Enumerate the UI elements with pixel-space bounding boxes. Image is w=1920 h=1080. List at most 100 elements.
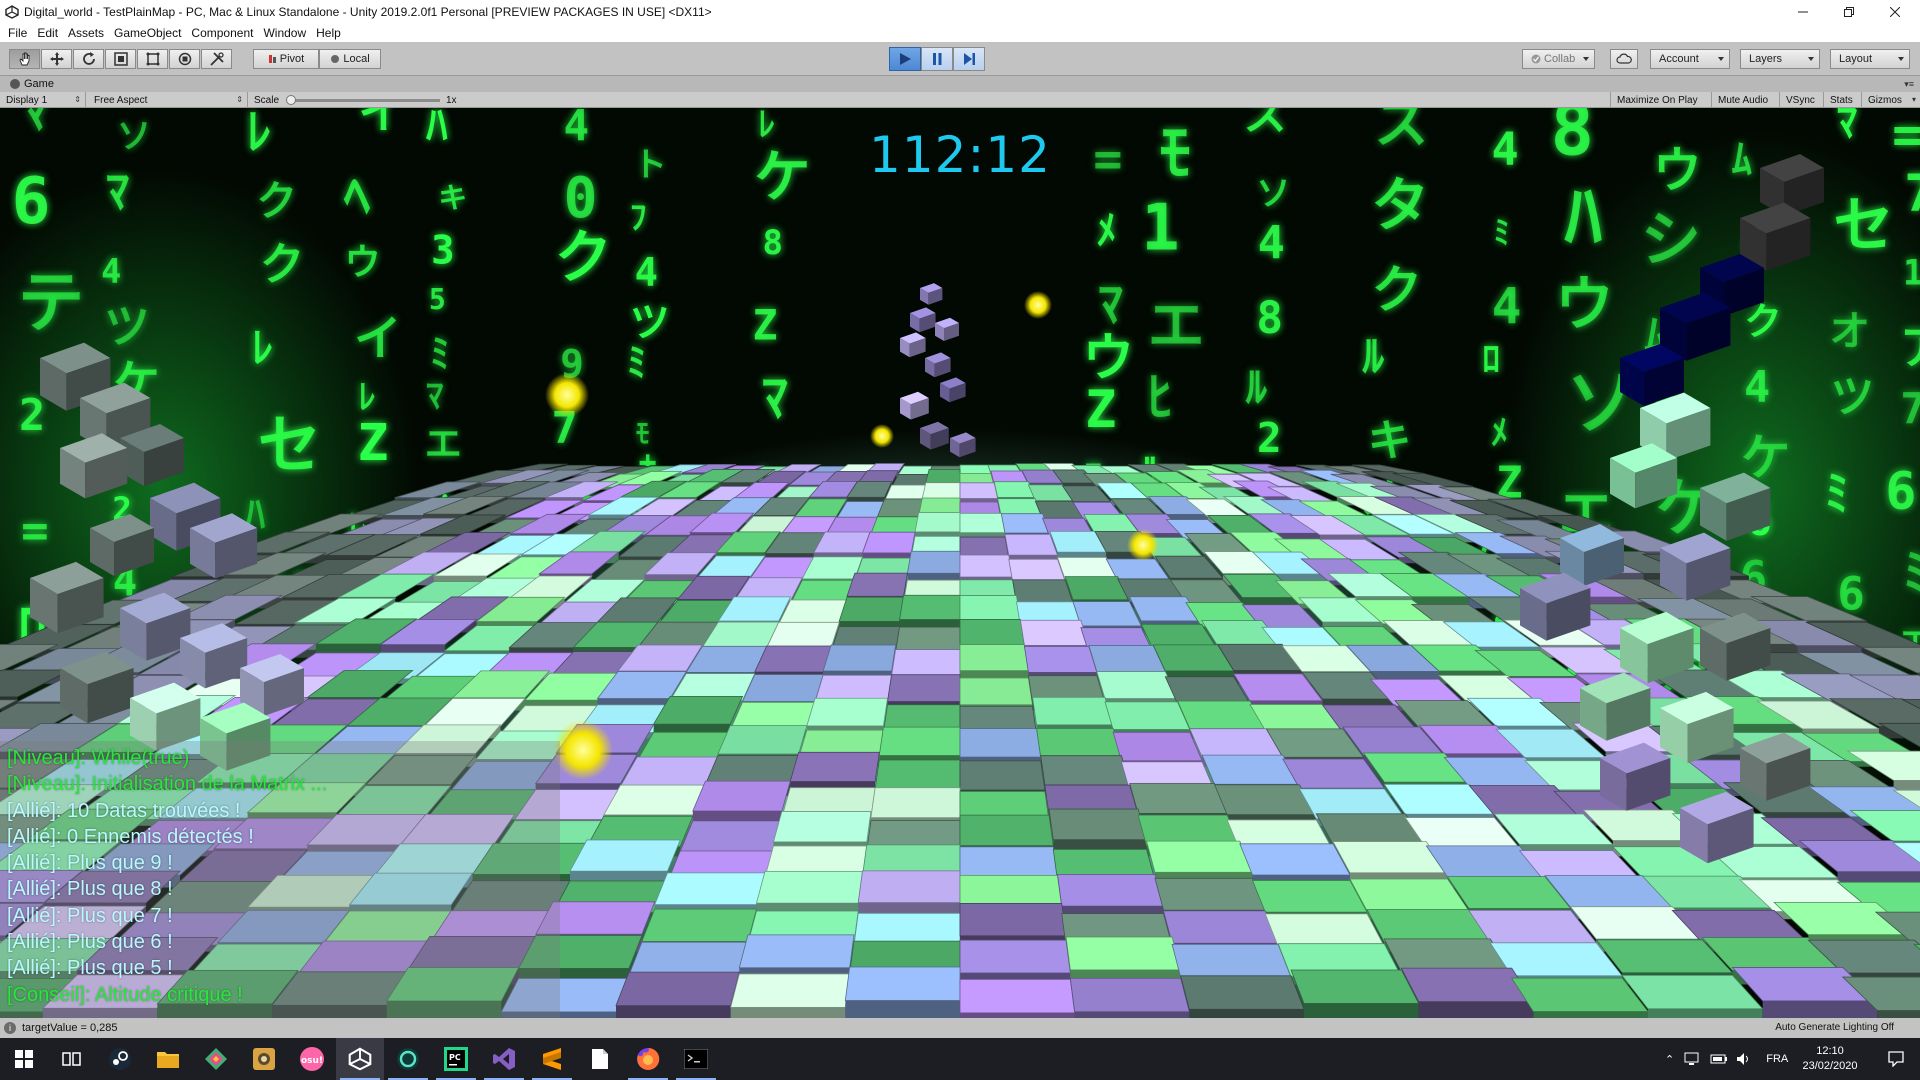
aspect-dropdown[interactable]: Free Aspect ⇕ [88, 92, 248, 108]
mute-audio-toggle[interactable]: Mute Audio [1712, 92, 1780, 108]
voxel-top [1008, 558, 1066, 582]
volume-icon[interactable] [1736, 1052, 1752, 1066]
log-line: [Allié]: Plus que 7 ! [7, 904, 173, 927]
visual-studio-icon [493, 1048, 515, 1070]
rect-tool-button[interactable] [137, 49, 168, 69]
minimize-button[interactable] [1780, 0, 1826, 24]
matrix-glyph: 4 [635, 250, 658, 295]
taskbar-visual-studio[interactable] [480, 1038, 528, 1080]
taskbar-steam[interactable] [96, 1038, 144, 1080]
main-toolbar: Pivot Local Collab Account Layers Layout [0, 42, 1920, 76]
check-icon [1531, 54, 1541, 64]
restore-icon [1844, 7, 1854, 17]
matrix-glyph: ス [1243, 108, 1286, 141]
battery-icon[interactable] [1710, 1053, 1728, 1065]
step-button[interactable] [953, 47, 985, 71]
caret-icon [1898, 57, 1904, 61]
game-tab-label[interactable]: Game [24, 78, 54, 90]
taskbar-terminal[interactable] [672, 1038, 720, 1080]
taskbar-file-explorer[interactable] [144, 1038, 192, 1080]
matrix-glyph: ﾏ [1098, 275, 1123, 333]
matrix-glyph: ア [1900, 320, 1920, 374]
scale-slider-thumb[interactable] [286, 95, 296, 105]
tab-menu-icon[interactable]: ▾≡ [1904, 79, 1914, 90]
matrix-glyph: キ [1368, 416, 1412, 467]
status-message[interactable]: targetValue = 0,285 [22, 1022, 118, 1034]
voxel-top [1180, 975, 1305, 1010]
voxel-top [1400, 967, 1535, 1003]
pivot-toggle[interactable]: Pivot [253, 49, 319, 69]
taskbar-photo-app[interactable] [240, 1038, 288, 1080]
move-tool-button[interactable] [41, 49, 72, 69]
matrix-glyph: 8 [1550, 108, 1594, 172]
task-view-button[interactable] [48, 1038, 96, 1080]
rotate-tool-button[interactable] [73, 49, 104, 69]
menu-gameobject[interactable]: GameObject [110, 26, 187, 40]
matrix-glyph: オ [1829, 307, 1870, 355]
voxel-top [895, 626, 961, 653]
game-viewport[interactable]: ﾏ6テ2=ﾛソﾏ4ツケチ24スﾚククﾚセﾊシカイﾍウイﾚZﾚ7ﾏﾊキ35ﾐﾏエﾍ… [0, 108, 1920, 1018]
matrix-glyph: ﾚ [252, 324, 273, 373]
matrix-glyph: 7 [1900, 384, 1920, 434]
taskbar-sublime[interactable] [528, 1038, 576, 1080]
taskbar-osu[interactable]: osu! [288, 1038, 336, 1080]
maximize-button[interactable] [1826, 0, 1872, 24]
custom-tool-button[interactable] [201, 49, 232, 69]
windows-start-icon [15, 1050, 33, 1068]
voxel-top [959, 979, 1076, 1014]
menu-component[interactable]: Component [187, 26, 259, 40]
menu-file[interactable]: File [4, 26, 33, 40]
menu-help[interactable]: Help [312, 26, 347, 40]
hand-tool-button[interactable] [9, 49, 40, 69]
matrix-glyph: 6 [12, 164, 51, 239]
pause-button[interactable] [921, 47, 953, 71]
maximize-on-play-toggle[interactable]: Maximize On Play [1610, 92, 1712, 108]
matrix-glyph: ﾛ [1482, 339, 1500, 380]
scale-tool-button[interactable] [105, 49, 136, 69]
chevron-up-icon[interactable]: ⌃ [1665, 1053, 1674, 1066]
taskbar-gitkraken[interactable] [192, 1038, 240, 1080]
stats-toggle[interactable]: Stats [1824, 92, 1862, 108]
editor-status-bar[interactable]: i targetValue = 0,285 Auto Generate Ligh… [0, 1018, 1920, 1038]
scale-slider-track[interactable] [290, 99, 440, 102]
play-icon [900, 53, 911, 65]
matrix-glyph: ﾋ [1147, 367, 1173, 428]
vsync-toggle[interactable]: VSync [1780, 92, 1824, 108]
local-toggle[interactable]: Local [319, 49, 381, 69]
cloud-icon [1616, 53, 1632, 64]
taskbar-firefox[interactable] [624, 1038, 672, 1080]
cloud-button[interactable] [1610, 49, 1638, 69]
taskbar-clock[interactable]: 12:10 23/02/2020 [1790, 1044, 1870, 1074]
lighting-status[interactable]: Auto Generate Lighting Off [1775, 1022, 1894, 1033]
taskbar-pycharm[interactable]: PC [432, 1038, 480, 1080]
floating-cube [920, 283, 943, 305]
taskbar-notepad[interactable] [576, 1038, 624, 1080]
notification-center[interactable] [1872, 1038, 1920, 1080]
taskbar-unity[interactable] [336, 1038, 384, 1080]
voxel-top [1012, 579, 1074, 604]
input-language[interactable]: FRA [1766, 1053, 1788, 1065]
voxel-top [704, 755, 800, 786]
close-button[interactable] [1872, 0, 1918, 24]
display-dropdown[interactable]: Display 1 ⇕ [0, 92, 86, 108]
gizmos-dropdown[interactable]: Gizmos ▾ [1862, 92, 1920, 108]
play-button[interactable] [889, 47, 921, 71]
voxel-top [730, 973, 851, 1008]
menu-assets[interactable]: Assets [64, 26, 110, 40]
network-icon[interactable] [1684, 1052, 1702, 1066]
collab-dropdown[interactable]: Collab [1522, 49, 1595, 69]
menu-edit[interactable]: Edit [33, 26, 64, 40]
unity-logo-icon [5, 5, 19, 19]
matrix-glyph: ツ [104, 299, 150, 353]
voxel-top [844, 966, 961, 1001]
transform-tool-button[interactable] [169, 49, 200, 69]
layout-dropdown[interactable]: Layout [1830, 49, 1910, 69]
layers-dropdown[interactable]: Layers [1740, 49, 1820, 69]
menu-window[interactable]: Window [259, 26, 312, 40]
start-button[interactable] [0, 1038, 48, 1080]
account-dropdown[interactable]: Account [1650, 49, 1730, 69]
voxel-top [778, 599, 848, 625]
voxel-top [846, 572, 908, 597]
windows-taskbar: osu! PC ⌃ FRA 12:10 23/02/2020 [0, 1038, 1920, 1080]
taskbar-gamemaker[interactable] [384, 1038, 432, 1080]
